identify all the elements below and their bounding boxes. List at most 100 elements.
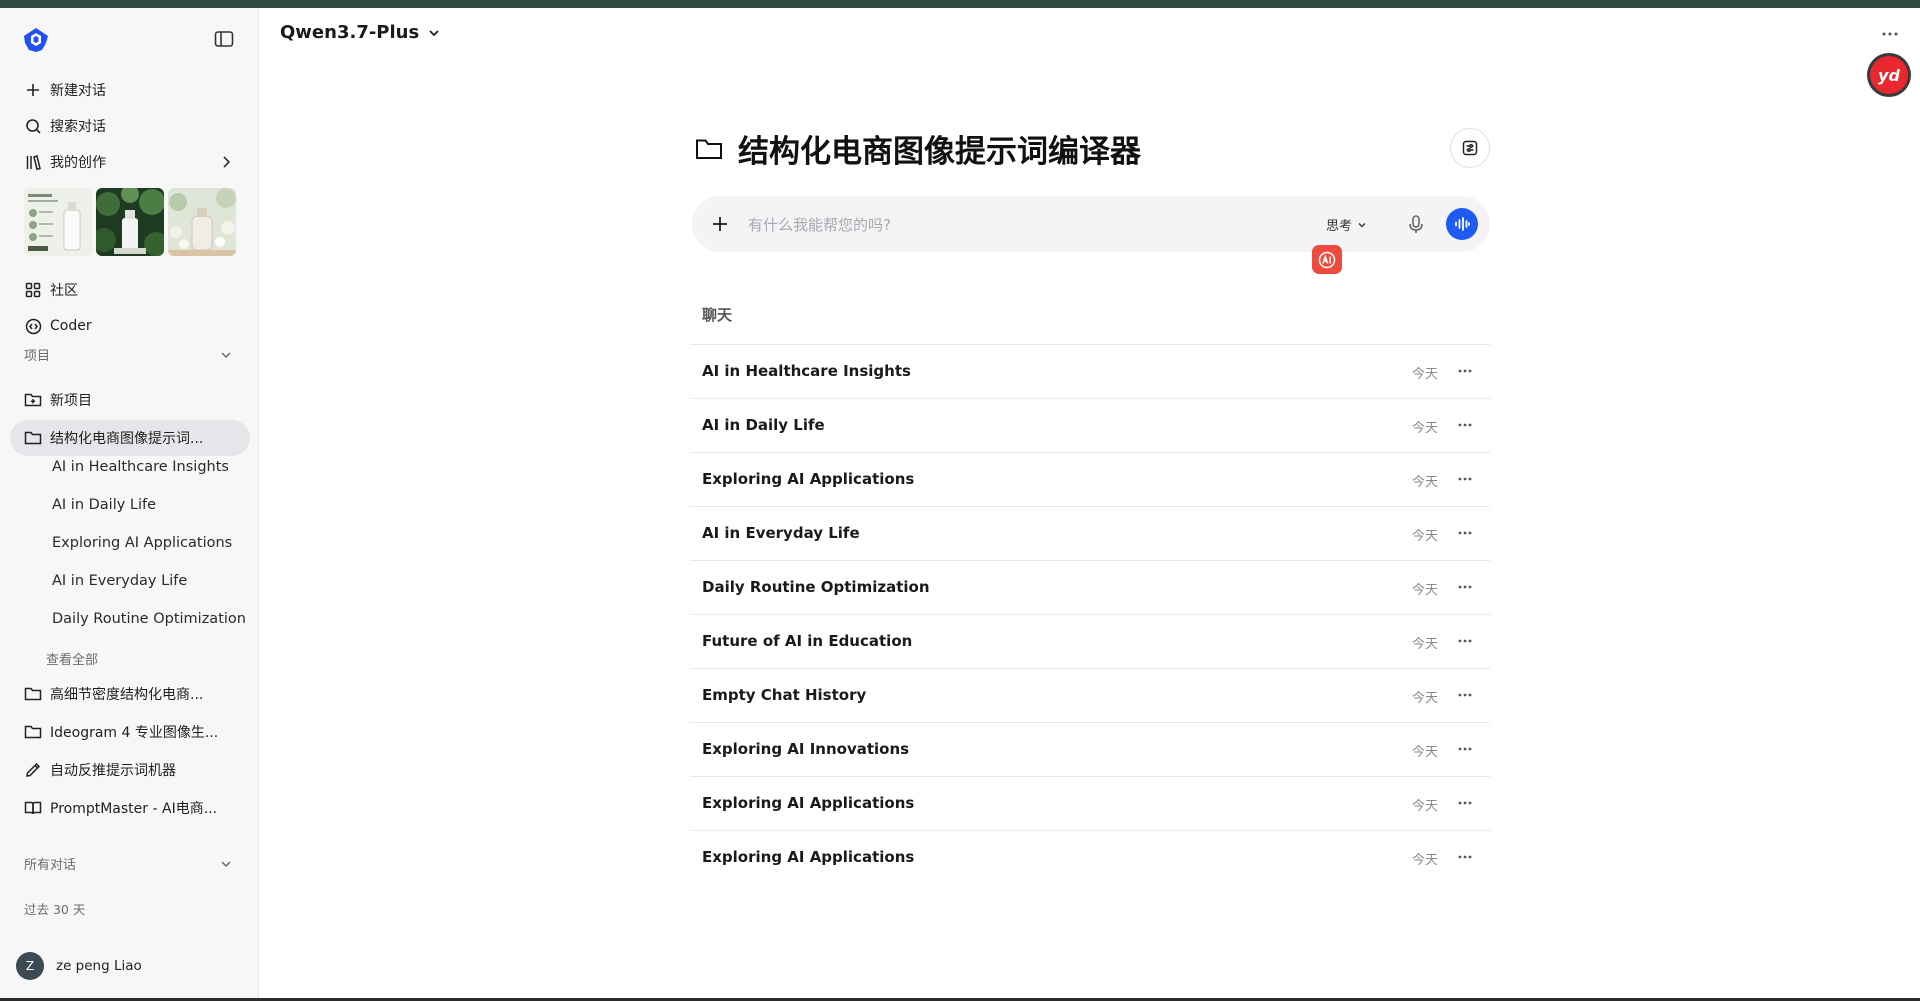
more-options-icon[interactable] — [1455, 525, 1475, 541]
project-chat-item[interactable]: AI in Everyday Life — [52, 573, 187, 589]
chat-row[interactable]: Exploring AI Innovations 今天 — [690, 722, 1490, 776]
chat-title: Exploring AI Applications — [702, 794, 915, 812]
more-options-icon[interactable] — [1455, 579, 1475, 595]
chat-date: 今天 — [1412, 529, 1439, 544]
chat-title: Future of AI in Education — [702, 632, 913, 650]
search-icon — [24, 117, 42, 135]
creation-thumbnail[interactable] — [96, 188, 164, 256]
projects-section-header[interactable]: 项目 — [24, 345, 234, 365]
search-chat-button[interactable]: 搜索对话 — [10, 108, 250, 144]
folder-icon — [694, 134, 724, 164]
all-chats-section-header[interactable]: 所有对话 — [24, 854, 234, 874]
all-chats-label: 所有对话 — [24, 858, 77, 873]
project-chat-item[interactable]: AI in Daily Life — [52, 497, 156, 513]
creation-thumbnails — [24, 188, 236, 256]
my-creations-button[interactable]: 我的创作 — [10, 144, 250, 180]
project-chat-item[interactable]: AI in Healthcare Insights — [52, 459, 229, 475]
projects-label: 项目 — [24, 349, 51, 364]
new-chat-button[interactable]: 新建对话 — [10, 72, 250, 108]
chevron-down-icon — [218, 347, 234, 363]
chat-date: 今天 — [1412, 475, 1439, 490]
project-title: 结构化电商图像提示词编译器 — [694, 126, 1141, 171]
project-label: 自动反推提示词机器 — [50, 763, 176, 779]
active-project-item[interactable]: 结构化电商图像提示词... — [10, 420, 250, 456]
more-options-icon[interactable] — [1455, 471, 1475, 487]
project-label: 高细节密度结构化电商... — [50, 687, 204, 703]
project-item[interactable]: 高细节密度结构化电商... — [10, 676, 250, 712]
chat-title: AI in Daily Life — [702, 416, 825, 434]
model-selector[interactable]: Qwen3.7-Plus — [280, 22, 441, 43]
settings-icon — [1462, 140, 1478, 156]
attach-plus-icon[interactable] — [708, 212, 732, 236]
new-project-label: 新项目 — [50, 393, 92, 409]
community-label: 社区 — [50, 283, 78, 299]
chat-date: 今天 — [1412, 745, 1439, 760]
book-icon — [24, 799, 42, 817]
chat-row[interactable]: Future of AI in Education 今天 — [690, 614, 1490, 668]
library-icon — [24, 153, 42, 171]
project-item[interactable]: Ideogram 4 专业图像生... — [10, 714, 250, 750]
waveform-icon — [1455, 217, 1470, 231]
voice-mode-button[interactable] — [1446, 208, 1478, 240]
chat-row[interactable]: Exploring AI Applications 今天 — [690, 776, 1490, 830]
think-mode-dropdown[interactable]: 思考 — [1326, 215, 1368, 234]
model-name: Qwen3.7-Plus — [280, 22, 420, 43]
more-options-icon[interactable] — [1455, 741, 1475, 757]
microphone-icon[interactable] — [1404, 212, 1428, 236]
folder-icon — [24, 723, 42, 741]
chat-row[interactable]: Daily Routine Optimization 今天 — [690, 560, 1490, 614]
chat-row[interactable]: AI in Healthcare Insights 今天 — [690, 344, 1490, 398]
chat-date: 今天 — [1412, 853, 1439, 868]
more-options-icon[interactable] — [1878, 24, 1902, 44]
coder-button[interactable]: Coder — [10, 308, 250, 344]
sidebar-toggle-icon[interactable] — [212, 27, 236, 51]
chat-date: 今天 — [1412, 583, 1439, 598]
project-item[interactable]: PromptMaster - AI电商... — [10, 790, 250, 826]
grid-icon — [24, 281, 42, 299]
more-options-icon[interactable] — [1455, 417, 1475, 433]
project-item[interactable]: 自动反推提示词机器 — [10, 752, 250, 788]
code-icon — [24, 317, 42, 335]
project-chat-item[interactable]: Exploring AI Applications — [52, 535, 232, 551]
project-chat-item[interactable]: Daily Routine Optimization — [52, 611, 246, 627]
sidebar: 新建对话 搜索对话 我的创作 社区 Coder 项目 新项目 结构化电商图像提示… — [0, 8, 259, 998]
chat-row[interactable]: AI in Everyday Life 今天 — [690, 506, 1490, 560]
chat-date: 今天 — [1412, 421, 1439, 436]
more-options-icon[interactable] — [1455, 633, 1475, 649]
think-label: 思考 — [1326, 219, 1353, 234]
avatar: Z — [16, 952, 44, 980]
more-options-icon[interactable] — [1455, 363, 1475, 379]
project-label: PromptMaster - AI电商... — [50, 801, 218, 817]
more-options-icon[interactable] — [1455, 795, 1475, 811]
translate-extension-badge[interactable]: yd — [1870, 56, 1908, 94]
chat-row[interactable]: Exploring AI Applications 今天 — [690, 452, 1490, 506]
coder-label: Coder — [50, 318, 92, 334]
folder-plus-icon — [24, 391, 42, 409]
creation-thumbnail[interactable] — [168, 188, 236, 256]
creation-thumbnail[interactable] — [24, 188, 92, 256]
ai-assistant-icon[interactable] — [1312, 245, 1342, 274]
chat-list: AI in Healthcare Insights 今天 AI in Daily… — [690, 344, 1490, 884]
user-name: ze peng Liao — [56, 958, 142, 974]
folder-icon — [24, 429, 42, 447]
more-options-icon[interactable] — [1455, 849, 1475, 865]
chat-row[interactable]: Exploring AI Applications 今天 — [690, 830, 1490, 884]
chat-row[interactable]: AI in Daily Life 今天 — [690, 398, 1490, 452]
qwen-logo-icon[interactable] — [22, 26, 50, 54]
chat-date: 今天 — [1412, 367, 1439, 382]
window-top-bar — [0, 0, 1920, 8]
chat-title: AI in Everyday Life — [702, 524, 860, 542]
search-chat-label: 搜索对话 — [50, 119, 106, 135]
user-profile[interactable]: Z ze peng Liao — [16, 951, 142, 981]
community-button[interactable]: 社区 — [10, 272, 250, 308]
chat-input[interactable] — [746, 210, 1270, 240]
chat-row[interactable]: Empty Chat History 今天 — [690, 668, 1490, 722]
plus-icon — [24, 81, 42, 99]
chat-title: Exploring AI Applications — [702, 848, 915, 866]
chevron-down-icon — [429, 29, 439, 36]
view-all-link[interactable]: 查看全部 — [46, 649, 98, 668]
chat-date: 今天 — [1412, 799, 1439, 814]
more-options-icon[interactable] — [1455, 687, 1475, 703]
project-settings-button[interactable] — [1450, 128, 1490, 168]
new-project-button[interactable]: 新项目 — [10, 382, 250, 418]
